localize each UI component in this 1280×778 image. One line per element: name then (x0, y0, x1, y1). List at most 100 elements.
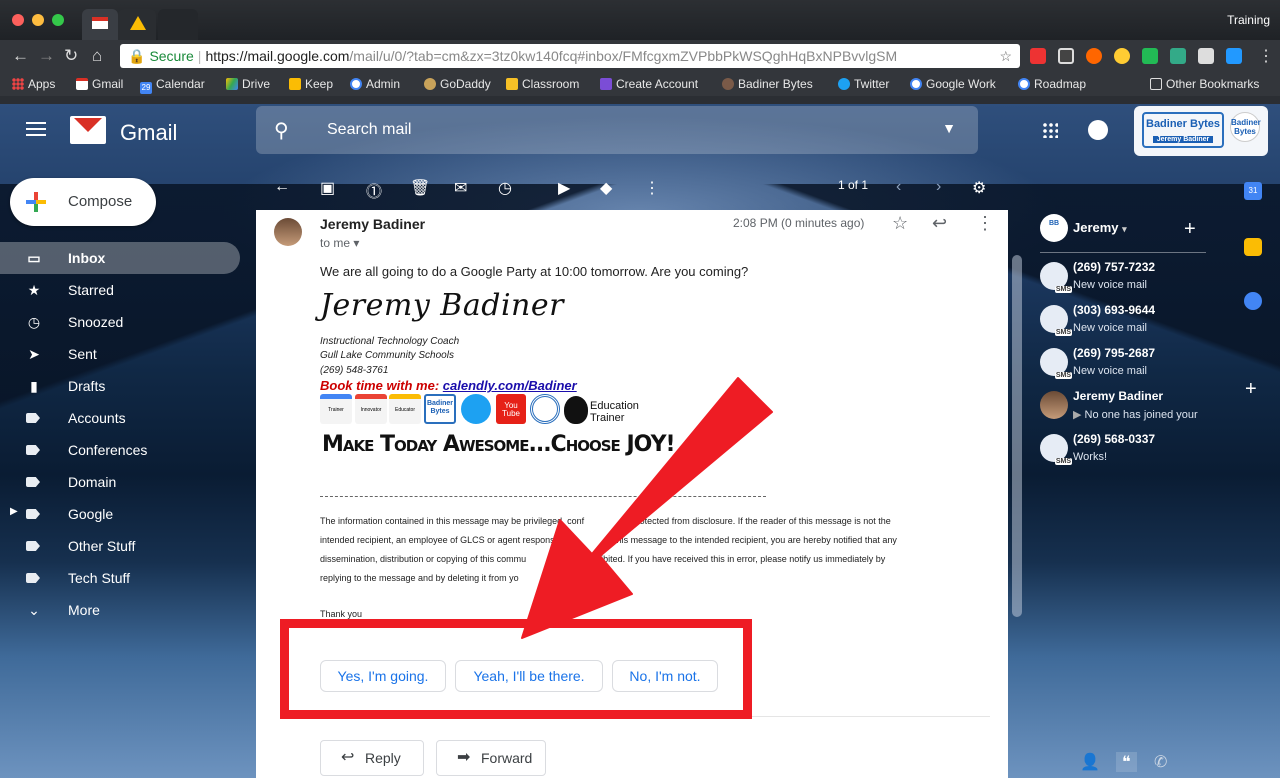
minimize-window-button[interactable] (32, 14, 44, 26)
home-icon[interactable]: ⌂ (92, 46, 102, 66)
new-conversation-icon[interactable]: + (1184, 218, 1196, 241)
delete-icon[interactable]: 🗑 (410, 178, 430, 198)
bookmark-keep[interactable]: Keep (289, 77, 333, 91)
emoji-extension-icon[interactable] (1114, 48, 1130, 64)
back-icon[interactable]: ← (12, 46, 29, 66)
add-addon-icon[interactable]: + (1245, 378, 1257, 401)
extension-icon[interactable] (1142, 48, 1158, 64)
google-apps-icon[interactable] (1042, 122, 1058, 138)
tab-drive[interactable] (118, 9, 156, 40)
back-to-inbox-icon[interactable]: ← (274, 178, 290, 196)
contact-avatar[interactable]: SMS (1040, 348, 1072, 379)
twitter-icon[interactable] (461, 394, 491, 424)
mark-unread-icon[interactable]: ✉ (454, 178, 467, 198)
sidebar-item-starred[interactable]: ★ Starred (0, 274, 240, 306)
contacts-icon[interactable]: 👤 (1080, 752, 1100, 772)
close-window-button[interactable] (12, 14, 24, 26)
newer-icon[interactable]: ‹ (896, 178, 901, 196)
extension-icon[interactable] (1198, 48, 1214, 64)
sender-name[interactable]: Jeremy Badiner (320, 216, 425, 232)
more-options-icon[interactable]: ⋮ (976, 213, 994, 234)
hangouts-user-name[interactable]: Jeremy ▾ (1073, 220, 1127, 235)
contact-avatar[interactable]: SMS (1040, 434, 1072, 465)
avatar[interactable]: Badiner Bytes (1230, 112, 1261, 142)
qr-extension-icon[interactable] (1058, 48, 1074, 64)
extension-icon[interactable] (1170, 48, 1186, 64)
sidebar-item-accounts[interactable]: Accounts (0, 402, 240, 434)
expand-arrow-icon[interactable]: ▶ (10, 506, 18, 517)
search-input[interactable]: Search mail (327, 121, 411, 139)
sidebar-item-google[interactable]: ▶ Google (0, 498, 240, 530)
hangouts-user-avatar[interactable]: BB (1040, 214, 1068, 242)
gmail-logo-icon[interactable] (70, 116, 106, 144)
contact-name[interactable]: Jeremy Badiner (1073, 389, 1163, 403)
labels-icon[interactable]: ◆ (600, 178, 612, 198)
search-bar[interactable]: ⚲ Search mail ▼ (256, 106, 978, 154)
bookmark-google-work[interactable]: Google Work (910, 77, 996, 91)
keep-icon[interactable] (1244, 238, 1262, 256)
calendar-icon[interactable]: 31 (1244, 182, 1262, 200)
bookmark-other[interactable]: Other Bookmarks (1150, 77, 1259, 91)
contact-name[interactable]: (269) 795-2687 (1073, 346, 1155, 360)
search-options-icon[interactable]: ▼ (942, 120, 956, 136)
extension-icon[interactable] (1030, 48, 1046, 64)
bookmark-badiner-bytes[interactable]: Badiner Bytes (722, 77, 813, 91)
sender-avatar[interactable] (274, 218, 302, 246)
bookmark-twitter[interactable]: Twitter (838, 77, 889, 91)
bookmark-godaddy[interactable]: GoDaddy (424, 77, 491, 91)
bookmark-create-account[interactable]: Create Account (600, 77, 698, 91)
phone-icon[interactable]: ✆ (1154, 752, 1167, 772)
browser-menu-icon[interactable]: ⋮ (1258, 46, 1274, 66)
tab-new[interactable] (158, 9, 198, 40)
sidebar-item-conferences[interactable]: Conferences (0, 434, 240, 466)
tasks-icon[interactable] (1244, 292, 1262, 310)
bookmark-admin[interactable]: Admin (350, 77, 400, 91)
reload-icon[interactable]: ↻ (64, 46, 78, 66)
sidebar-item-sent[interactable]: ➤ Sent (0, 338, 240, 370)
sidebar-item-inbox[interactable]: ▭ Inbox (0, 242, 240, 274)
bookmark-roadmap[interactable]: Roadmap (1018, 77, 1086, 91)
forward-icon[interactable]: → (38, 46, 55, 66)
forward-button[interactable]: ➡ Forward (436, 740, 546, 776)
settings-gear-icon[interactable]: ⚙ (972, 178, 986, 198)
main-menu-icon[interactable] (26, 122, 46, 136)
bookmark-apps[interactable]: Apps (12, 77, 55, 91)
reply-button[interactable]: ↩ Reply (320, 740, 424, 776)
contact-name[interactable]: (303) 693-9644 (1073, 303, 1155, 317)
more-actions-icon[interactable]: ⋮ (644, 178, 660, 198)
older-icon[interactable]: › (936, 178, 941, 196)
sidebar-item-drafts[interactable]: ▮ Drafts (0, 370, 240, 402)
bookmark-calendar[interactable]: 29 Calendar (140, 77, 205, 94)
archive-icon[interactable]: ▣ (320, 178, 335, 198)
sidebar-item-tech-stuff[interactable]: Tech Stuff (0, 562, 240, 594)
sidebar-item-domain[interactable]: Domain (0, 466, 240, 498)
bookmark-gmail[interactable]: Gmail (76, 77, 123, 91)
contact-avatar[interactable] (1040, 391, 1068, 419)
star-icon[interactable]: ☆ (892, 213, 908, 234)
compose-button[interactable]: Compose (10, 178, 156, 226)
url-field[interactable]: 🔒 Secure | https://mail.google.com/mail/u/0… (120, 44, 1020, 68)
contact-name[interactable]: (269) 568-0337 (1073, 432, 1155, 446)
sidebar-item-snoozed[interactable]: ◷ Snoozed (0, 306, 240, 338)
sidebar-item-more[interactable]: ⌄ More (0, 594, 240, 626)
extension-icon[interactable] (1086, 48, 1102, 64)
move-to-icon[interactable]: ▶ (558, 178, 570, 198)
contact-name[interactable]: (269) 757-7232 (1073, 260, 1155, 274)
extension-icon[interactable] (1226, 48, 1242, 64)
zoom-window-button[interactable] (52, 14, 64, 26)
account-switcher[interactable]: Badiner Bytes Jeremy Badiner Badiner Byte… (1134, 106, 1268, 156)
contact-avatar[interactable]: SMS (1040, 262, 1072, 293)
scrollbar[interactable] (1012, 255, 1022, 617)
tab-gmail[interactable] (82, 9, 118, 40)
reply-icon[interactable]: ↩ (932, 213, 947, 234)
contact-avatar[interactable]: SMS (1040, 305, 1072, 336)
report-spam-icon[interactable]: ⓵ (366, 178, 382, 202)
hangouts-chat-icon[interactable]: ❝ (1116, 752, 1137, 772)
snooze-icon[interactable]: ◷ (498, 178, 512, 198)
bookmark-classroom[interactable]: Classroom (506, 77, 579, 91)
bookmark-star-icon[interactable]: ☆ (999, 44, 1012, 68)
notifications-icon[interactable] (1088, 120, 1108, 140)
sidebar-item-other-stuff[interactable]: Other Stuff (0, 530, 240, 562)
search-icon[interactable]: ⚲ (274, 118, 289, 143)
bookmark-drive[interactable]: Drive (226, 77, 270, 91)
